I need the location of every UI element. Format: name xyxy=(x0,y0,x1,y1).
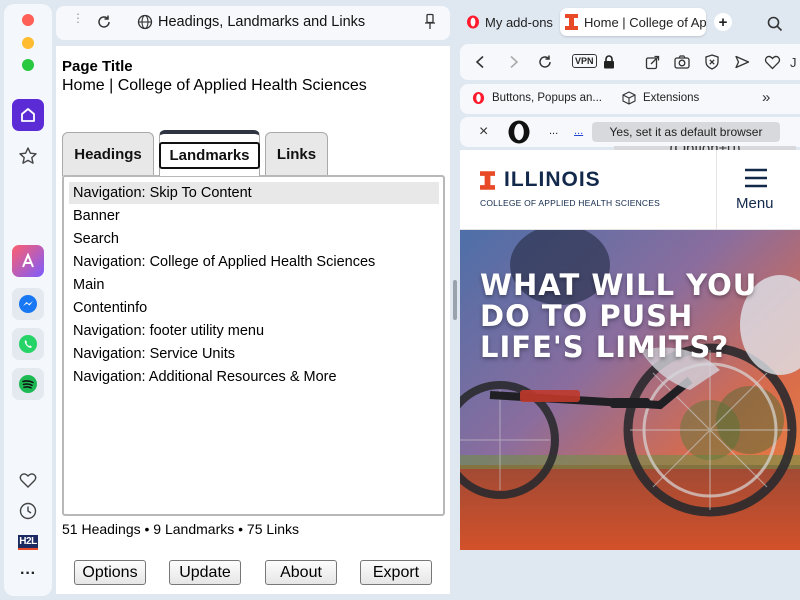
summary-counts: 51 Headings • 9 Landmarks • 75 Links xyxy=(62,521,300,537)
history-icon[interactable] xyxy=(18,501,38,521)
landmarks-list[interactable]: Navigation: Skip To Content Banner Searc… xyxy=(62,175,445,516)
globe-icon xyxy=(137,14,153,35)
extension-panel-title: Headings, Landmarks and Links xyxy=(158,14,366,30)
forward-icon[interactable] xyxy=(504,52,524,72)
bookmarks-bar: Buttons, Popups an... Extensions » xyxy=(460,84,800,114)
bookmark-item[interactable]: Extensions xyxy=(622,91,699,105)
site-header: ILLINOIS COLLEGE OF APPLIED HEALTH SCIEN… xyxy=(460,150,800,230)
bookmark-heart-icon[interactable] xyxy=(762,52,782,72)
site-subtitle: COLLEGE OF APPLIED HEALTH SCIENCES xyxy=(480,198,660,208)
star-icon[interactable] xyxy=(18,146,38,166)
close-window-button[interactable] xyxy=(22,14,34,26)
default-browser-infobar: × ... ... Yes, set it as default browser xyxy=(460,117,800,147)
heart-icon[interactable] xyxy=(18,470,38,490)
page-title-label: Page Title xyxy=(62,58,133,75)
extensions-cube-icon xyxy=(622,91,636,105)
illinois-icon xyxy=(565,14,578,30)
tab-headings[interactable]: Headings xyxy=(62,132,154,176)
browser-tab-bar: My add-ons Home | College of Ap + xyxy=(460,6,800,38)
send-icon[interactable] xyxy=(732,52,752,72)
extensions-partial-icon[interactable]: J xyxy=(790,52,800,72)
export-button[interactable]: Export xyxy=(360,560,432,585)
reload-icon[interactable] xyxy=(535,52,555,72)
new-tab-button[interactable]: + xyxy=(714,13,732,31)
share-icon[interactable] xyxy=(642,52,662,72)
panel-resize-handle[interactable] xyxy=(453,280,457,320)
bookmarks-overflow-icon[interactable]: » xyxy=(762,89,770,106)
tab-landmarks[interactable]: Landmarks xyxy=(159,130,260,176)
snapshot-icon[interactable] xyxy=(672,52,692,72)
web-content: ILLINOIS COLLEGE OF APPLIED HEALTH SCIEN… xyxy=(460,150,800,550)
site-brand[interactable]: ILLINOIS xyxy=(504,168,601,192)
list-item[interactable]: Navigation: Skip To Content xyxy=(69,182,439,204)
about-button[interactable]: About xyxy=(265,560,337,585)
h2l-icon[interactable]: H2L xyxy=(18,532,38,552)
extension-panel-header: ⋮ Headings, Landmarks and Links xyxy=(56,6,450,40)
adblock-shield-icon[interactable] xyxy=(702,52,722,72)
hero-banner: WHAT WILL YOU DO TO PUSH LIFE'S LIMITS? xyxy=(460,230,800,550)
lock-icon[interactable] xyxy=(599,52,619,72)
update-button[interactable]: Update xyxy=(169,560,241,585)
back-icon[interactable] xyxy=(470,52,490,72)
vpn-badge[interactable]: VPN xyxy=(572,54,597,68)
opera-icon xyxy=(472,91,485,105)
drag-handle-icon[interactable]: ⋮ xyxy=(72,12,84,24)
infobar-text: ... xyxy=(549,125,559,137)
address-bar: VPN J xyxy=(460,44,800,80)
menu-divider xyxy=(716,150,717,230)
opera-sidebar: H2L ··· xyxy=(4,4,52,596)
opera-logo-icon xyxy=(507,120,531,144)
reload-panel-icon[interactable] xyxy=(96,14,112,35)
maximize-window-button[interactable] xyxy=(22,59,34,71)
infobar-link[interactable]: ... xyxy=(574,125,583,137)
list-item[interactable]: Search xyxy=(69,228,439,250)
whatsapp-icon[interactable] xyxy=(12,328,44,360)
pin-icon[interactable] xyxy=(423,13,437,36)
list-item[interactable]: Navigation: College of Applied Health Sc… xyxy=(69,251,439,273)
options-button[interactable]: Options xyxy=(74,560,146,585)
minimize-window-button[interactable] xyxy=(22,37,34,49)
messenger-icon[interactable] xyxy=(12,288,44,320)
set-default-browser-button[interactable]: Yes, set it as default browser xyxy=(592,122,780,142)
bookmark-item[interactable]: Buttons, Popups an... xyxy=(472,91,602,105)
list-item[interactable]: Navigation: footer utility menu xyxy=(69,320,439,342)
page-title-value: Home | College of Applied Health Science… xyxy=(62,77,367,94)
hamburger-icon xyxy=(745,168,767,188)
list-item[interactable]: Banner xyxy=(69,205,439,227)
aria-icon[interactable] xyxy=(12,245,44,277)
close-infobar-icon[interactable]: × xyxy=(479,123,488,141)
opera-icon xyxy=(466,15,480,29)
home-icon[interactable] xyxy=(12,99,44,131)
list-item[interactable]: Navigation: Additional Resources & More xyxy=(69,366,439,388)
list-item[interactable]: Navigation: Service Units xyxy=(69,343,439,365)
tab-links[interactable]: Links xyxy=(265,132,328,176)
hero-headline: WHAT WILL YOU DO TO PUSH LIFE'S LIMITS? xyxy=(480,268,758,364)
search-tabs-icon[interactable] xyxy=(767,16,783,37)
tab-my-add-ons[interactable]: My add-ons xyxy=(462,8,556,36)
extension-panel: Page Title Home | College of Applied Hea… xyxy=(56,46,450,594)
tab-home-college[interactable]: Home | College of Ap xyxy=(560,8,706,36)
illinois-logo-icon[interactable] xyxy=(480,171,495,190)
list-item[interactable]: Contentinfo xyxy=(69,297,439,319)
spotify-icon[interactable] xyxy=(12,368,44,400)
more-icon[interactable]: ··· xyxy=(18,564,38,584)
list-item[interactable]: Main xyxy=(69,274,439,296)
menu-button[interactable]: Menu xyxy=(726,164,786,216)
browser-bottom-area xyxy=(460,550,800,600)
